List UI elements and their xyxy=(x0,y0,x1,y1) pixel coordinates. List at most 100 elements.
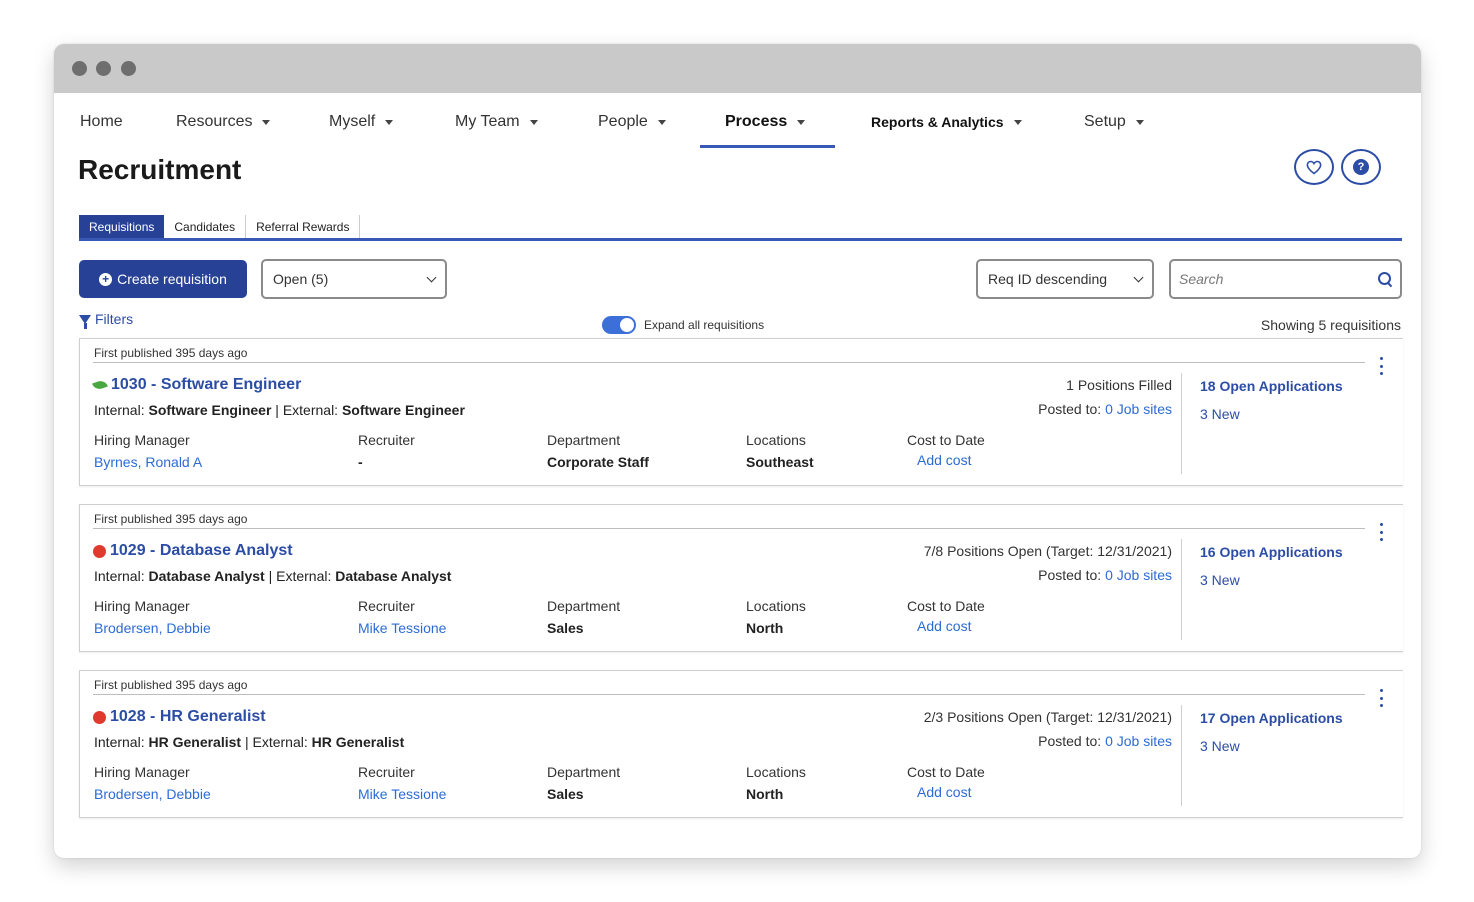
first-published: First published 395 days ago xyxy=(94,346,248,360)
tab-requisitions[interactable]: Requisitions xyxy=(79,215,165,240)
nav-my-team[interactable]: My Team xyxy=(455,113,538,131)
requisition-card: First published 395 days ago 1030 - Soft… xyxy=(79,338,1403,486)
open-applications-link[interactable]: 17 Open Applications xyxy=(1200,710,1343,726)
open-applications-link[interactable]: 18 Open Applications xyxy=(1200,378,1343,394)
posted-to: Posted to: 0 Job sites xyxy=(1038,567,1172,583)
location-value: North xyxy=(746,620,784,636)
nav-people[interactable]: People xyxy=(598,113,666,131)
status-filter-select[interactable]: Open (5) xyxy=(261,259,447,299)
job-sites-link[interactable]: 0 Job sites xyxy=(1105,401,1172,417)
internal-label: Internal: xyxy=(94,402,145,418)
nav-home-label: Home xyxy=(80,113,123,130)
nav-setup[interactable]: Setup xyxy=(1084,113,1144,131)
hiring-manager-link[interactable]: Brodersen, Debbie xyxy=(94,786,211,802)
tab-candidates[interactable]: Candidates xyxy=(164,215,247,240)
external-title: Software Engineer xyxy=(341,402,465,418)
job-sites-link[interactable]: 0 Job sites xyxy=(1105,733,1172,749)
internal-label: Internal: xyxy=(94,568,145,584)
nav-myself[interactable]: Myself xyxy=(329,113,394,131)
new-applications-link[interactable]: 3 New xyxy=(1200,738,1240,754)
heart-icon xyxy=(1306,160,1322,175)
department-label: Department xyxy=(547,598,621,614)
requisition-title-link[interactable]: 1030 - Software Engineer xyxy=(92,376,301,394)
expand-all-toggle[interactable] xyxy=(602,316,636,334)
recruiter-label: Recruiter xyxy=(358,432,415,448)
search-icon[interactable] xyxy=(1378,272,1392,286)
add-cost-link[interactable]: Add cost xyxy=(917,618,971,634)
open-applications-link[interactable]: 16 Open Applications xyxy=(1200,544,1343,560)
recruiter-link[interactable]: Mike Tessione xyxy=(358,786,446,802)
sort-select[interactable]: Req ID descending xyxy=(976,259,1154,299)
page-title: Recruitment xyxy=(78,154,242,185)
internal-external-titles: Internal: HR Generalist | External: HR G… xyxy=(94,734,405,750)
nav-process[interactable]: Process xyxy=(725,113,806,131)
new-applications-link[interactable]: 3 New xyxy=(1200,406,1240,422)
external-title: Database Analyst xyxy=(335,568,452,584)
new-applications-link[interactable]: 3 New xyxy=(1200,572,1240,588)
chevron-down-icon xyxy=(1133,272,1144,282)
create-requisition-button[interactable]: + Create requisition xyxy=(79,260,247,298)
job-sites-link[interactable]: 0 Job sites xyxy=(1105,567,1172,583)
requisition-title-link[interactable]: 1028 - HR Generalist xyxy=(93,708,266,726)
caret-down-icon xyxy=(262,119,271,125)
card-divider xyxy=(93,528,1365,529)
more-options-icon[interactable] xyxy=(1378,523,1384,541)
filters-button[interactable]: Filters xyxy=(79,311,134,329)
positions-status: 1 Positions Filled xyxy=(1066,377,1172,393)
caret-down-icon xyxy=(1135,119,1144,125)
top-nav: Home Resources Myself My Team People Pro… xyxy=(54,93,1421,149)
card-divider xyxy=(93,362,1365,363)
internal-label: Internal: xyxy=(94,734,145,750)
cost-to-date-label: Cost to Date xyxy=(907,764,985,780)
internal-title: Database Analyst xyxy=(148,568,265,584)
nav-reports-label: Reports & Analytics xyxy=(871,114,1004,130)
caret-down-icon xyxy=(1013,119,1022,125)
window-close-dot[interactable] xyxy=(72,61,87,76)
recruiter-label: Recruiter xyxy=(358,598,415,614)
nav-home[interactable]: Home xyxy=(80,113,123,131)
hiring-manager-label: Hiring Manager xyxy=(94,432,190,448)
cost-to-date-label: Cost to Date xyxy=(907,598,985,614)
posted-to: Posted to: 0 Job sites xyxy=(1038,733,1172,749)
window-maximize-dot[interactable] xyxy=(121,61,136,76)
hiring-manager-link[interactable]: Brodersen, Debbie xyxy=(94,620,211,636)
department-label: Department xyxy=(547,432,621,448)
filter-icon xyxy=(79,314,91,329)
card-vertical-divider xyxy=(1181,705,1182,806)
add-cost-link[interactable]: Add cost xyxy=(917,452,971,468)
posted-to-label: Posted to: xyxy=(1038,401,1102,417)
hiring-manager-label: Hiring Manager xyxy=(94,764,190,780)
nav-reports-analytics[interactable]: Reports & Analytics xyxy=(871,114,1022,130)
window-minimize-dot[interactable] xyxy=(96,61,111,76)
hiring-manager-link[interactable]: Byrnes, Ronald A xyxy=(94,454,202,470)
nav-people-label: People xyxy=(598,113,648,130)
filters-label: Filters xyxy=(95,311,134,327)
hiring-manager-label: Hiring Manager xyxy=(94,598,190,614)
requisition-title-link[interactable]: 1029 - Database Analyst xyxy=(93,542,293,560)
window-titlebar xyxy=(54,44,1421,93)
status-filter-value: Open (5) xyxy=(273,271,329,287)
requisition-card: First published 395 days ago 1028 - HR G… xyxy=(79,670,1403,818)
favorite-button[interactable] xyxy=(1294,149,1334,185)
leaf-icon xyxy=(92,378,108,392)
more-options-icon[interactable] xyxy=(1378,357,1384,375)
search-input[interactable] xyxy=(1179,271,1369,287)
subtabs-divider xyxy=(79,238,1402,241)
locations-label: Locations xyxy=(746,432,806,448)
external-label: External: xyxy=(282,402,339,418)
recruiter-link[interactable]: Mike Tessione xyxy=(358,620,446,636)
tab-referral-rewards[interactable]: Referral Rewards xyxy=(246,215,361,240)
department-value: Sales xyxy=(547,620,584,636)
locations-label: Locations xyxy=(746,764,806,780)
posted-to-label: Posted to: xyxy=(1038,567,1102,583)
help-button[interactable]: ? xyxy=(1341,149,1381,185)
internal-external-titles: Internal: Software Engineer | External: … xyxy=(94,402,465,418)
location-value: Southeast xyxy=(746,454,814,470)
add-cost-link[interactable]: Add cost xyxy=(917,784,971,800)
plus-circle-icon: + xyxy=(99,272,113,286)
posted-to: Posted to: 0 Job sites xyxy=(1038,401,1172,417)
more-options-icon[interactable] xyxy=(1378,689,1384,707)
toggle-knob xyxy=(620,318,634,332)
search-box xyxy=(1169,259,1402,299)
nav-resources[interactable]: Resources xyxy=(176,113,271,131)
